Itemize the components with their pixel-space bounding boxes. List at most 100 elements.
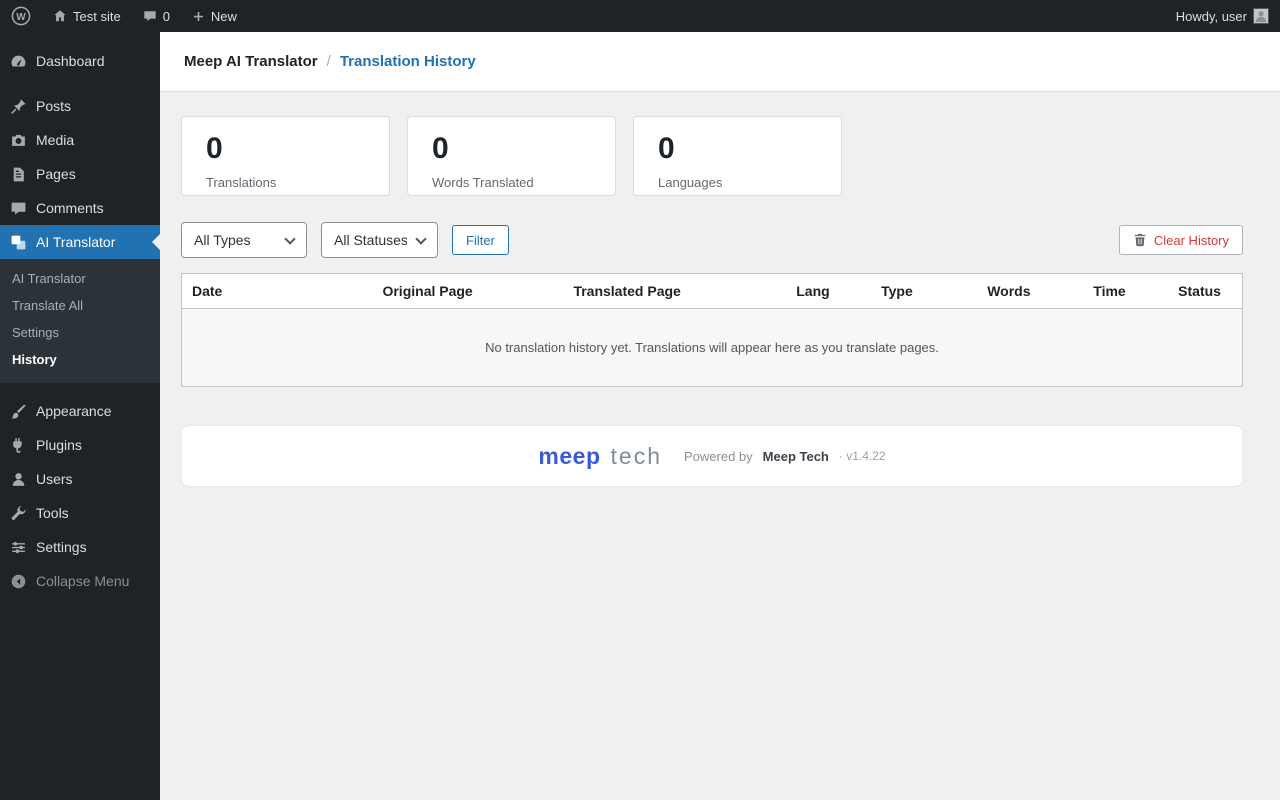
breadcrumb-parent[interactable]: Meep AI Translator — [184, 53, 318, 70]
stat-label: Languages — [658, 175, 723, 190]
breadcrumb-current[interactable]: Translation History — [340, 53, 476, 70]
submenu-item-history[interactable]: History — [0, 346, 160, 373]
settings-icon — [0, 539, 36, 556]
sidebar-item-label: Dashboard — [36, 53, 105, 69]
submenu-item-translate-all[interactable]: Translate All — [0, 292, 160, 319]
empty-state-message: No translation history yet. Translations… — [181, 308, 1243, 387]
sidebar-item-label: Users — [36, 471, 73, 487]
status-filter-wrap: All Statuses — [321, 222, 438, 258]
plugins-icon — [0, 437, 36, 454]
howdy-text: Howdy, user — [1175, 8, 1247, 24]
stats-row: 0 Translations 0 Words Translated 0 Lang… — [181, 116, 1243, 196]
menu-separator — [0, 78, 160, 89]
type-filter-wrap: All Types — [181, 222, 307, 258]
wordpress-logo-button[interactable]: W — [0, 0, 42, 32]
sidebar-item-ai-translator[interactable]: AI Translator — [0, 225, 160, 259]
column-header-time: Time — [1083, 273, 1169, 309]
sidebar-item-label: Media — [36, 132, 75, 148]
submenu-item-ai-translator[interactable]: AI Translator — [0, 265, 160, 292]
dashboard-icon — [0, 53, 36, 70]
sidebar-item-dashboard[interactable]: Dashboard — [0, 44, 160, 78]
sidebar-item-appearance[interactable]: Appearance — [0, 394, 160, 428]
page-header: Meep AI Translator / Translation History — [160, 32, 1280, 92]
comments-menu-icon — [0, 200, 36, 217]
sidebar-item-comments[interactable]: Comments — [0, 191, 160, 225]
collapse-icon — [0, 573, 36, 590]
history-table: Date Original Page Translated Page Lang … — [181, 273, 1243, 387]
pages-icon — [0, 166, 36, 183]
sidebar-item-label: Pages — [36, 166, 76, 182]
site-name-link[interactable]: Test site — [42, 0, 132, 32]
column-header-original-page: Original Page — [372, 273, 564, 309]
collapse-menu-button[interactable]: Collapse Menu — [0, 564, 160, 598]
stat-label: Words Translated — [432, 175, 534, 190]
sidebar-item-label: AI Translator — [36, 234, 116, 250]
sidebar-item-tools[interactable]: Tools — [0, 496, 160, 530]
clear-history-label: Clear History — [1153, 232, 1229, 248]
admin-bar: W Test site 0 New Howdy, user — [0, 0, 1280, 32]
sidebar-item-media[interactable]: Media — [0, 123, 160, 157]
sidebar-item-label: Settings — [36, 539, 87, 555]
comments-icon — [143, 9, 157, 23]
content-area: Meep AI Translator / Translation History… — [160, 0, 1280, 487]
ai-translator-submenu: AI Translator Translate All Settings His… — [0, 259, 160, 383]
collapse-menu-label: Collapse Menu — [36, 573, 130, 589]
filter-toolbar: All Types All Statuses Filter Clear Hist… — [181, 222, 1243, 258]
stat-label: Translations — [206, 175, 277, 190]
type-filter-select[interactable]: All Types — [181, 222, 307, 258]
stat-card-words-translated: 0 Words Translated — [407, 116, 616, 196]
avatar — [1253, 8, 1269, 24]
column-header-type: Type — [871, 273, 978, 309]
posts-icon — [0, 98, 36, 115]
stat-value: 0 — [432, 132, 449, 165]
admin-sidebar: Dashboard Posts Media Pages Comments AI … — [0, 32, 160, 800]
my-account-menu[interactable]: Howdy, user — [1165, 8, 1280, 24]
users-icon — [0, 471, 36, 488]
empty-state-row: No translation history yet. Translations… — [181, 308, 1243, 387]
plus-icon — [192, 10, 205, 23]
translate-icon — [0, 234, 36, 251]
tools-icon — [0, 505, 36, 522]
brand-logo-tech: tech — [610, 442, 662, 469]
wordpress-logo-icon: W — [11, 6, 31, 26]
sidebar-item-users[interactable]: Users — [0, 462, 160, 496]
sidebar-item-label: Appearance — [36, 403, 112, 419]
brand-logo-meep: meep — [538, 442, 601, 469]
breadcrumb-separator: / — [326, 53, 331, 70]
sidebar-item-label: Comments — [36, 200, 104, 216]
menu-separator — [0, 383, 160, 394]
footer-branding: meep tech Powered by Meep Tech · v1.4.22 — [181, 425, 1243, 487]
stat-card-languages: 0 Languages — [633, 116, 842, 196]
powered-by-text: Powered by — [684, 448, 753, 464]
sidebar-item-pages[interactable]: Pages — [0, 157, 160, 191]
submenu-item-settings[interactable]: Settings — [0, 319, 160, 346]
site-name-label: Test site — [73, 8, 121, 24]
column-header-date: Date — [181, 273, 373, 309]
breadcrumb: Meep AI Translator / Translation History — [184, 53, 476, 70]
appearance-icon — [0, 403, 36, 420]
new-label: New — [210, 8, 237, 24]
sidebar-item-label: Tools — [36, 505, 69, 521]
filter-button[interactable]: Filter — [452, 225, 509, 255]
svg-text:W: W — [16, 12, 26, 23]
stat-value: 0 — [206, 132, 223, 165]
comments-link[interactable]: 0 — [132, 0, 181, 32]
sidebar-item-label: Posts — [36, 98, 72, 114]
home-icon — [53, 9, 67, 23]
status-filter-select[interactable]: All Statuses — [321, 222, 438, 258]
media-icon — [0, 132, 36, 149]
sidebar-item-label: Plugins — [36, 437, 82, 453]
clear-history-button[interactable]: Clear History — [1118, 225, 1243, 255]
sidebar-item-plugins[interactable]: Plugins — [0, 428, 160, 462]
column-header-lang: Lang — [786, 273, 872, 309]
comments-count: 0 — [162, 8, 170, 24]
main-panel: 0 Translations 0 Words Translated 0 Lang… — [160, 92, 1280, 487]
column-header-words: Words — [977, 273, 1084, 309]
column-header-status: Status — [1168, 273, 1243, 309]
trash-icon — [1133, 233, 1147, 247]
column-header-translated-page: Translated Page — [563, 273, 787, 309]
new-content-link[interactable]: New — [181, 0, 248, 32]
sidebar-item-settings[interactable]: Settings — [0, 530, 160, 564]
sidebar-item-posts[interactable]: Posts — [0, 89, 160, 123]
powered-brand-link[interactable]: Meep Tech — [763, 449, 829, 464]
